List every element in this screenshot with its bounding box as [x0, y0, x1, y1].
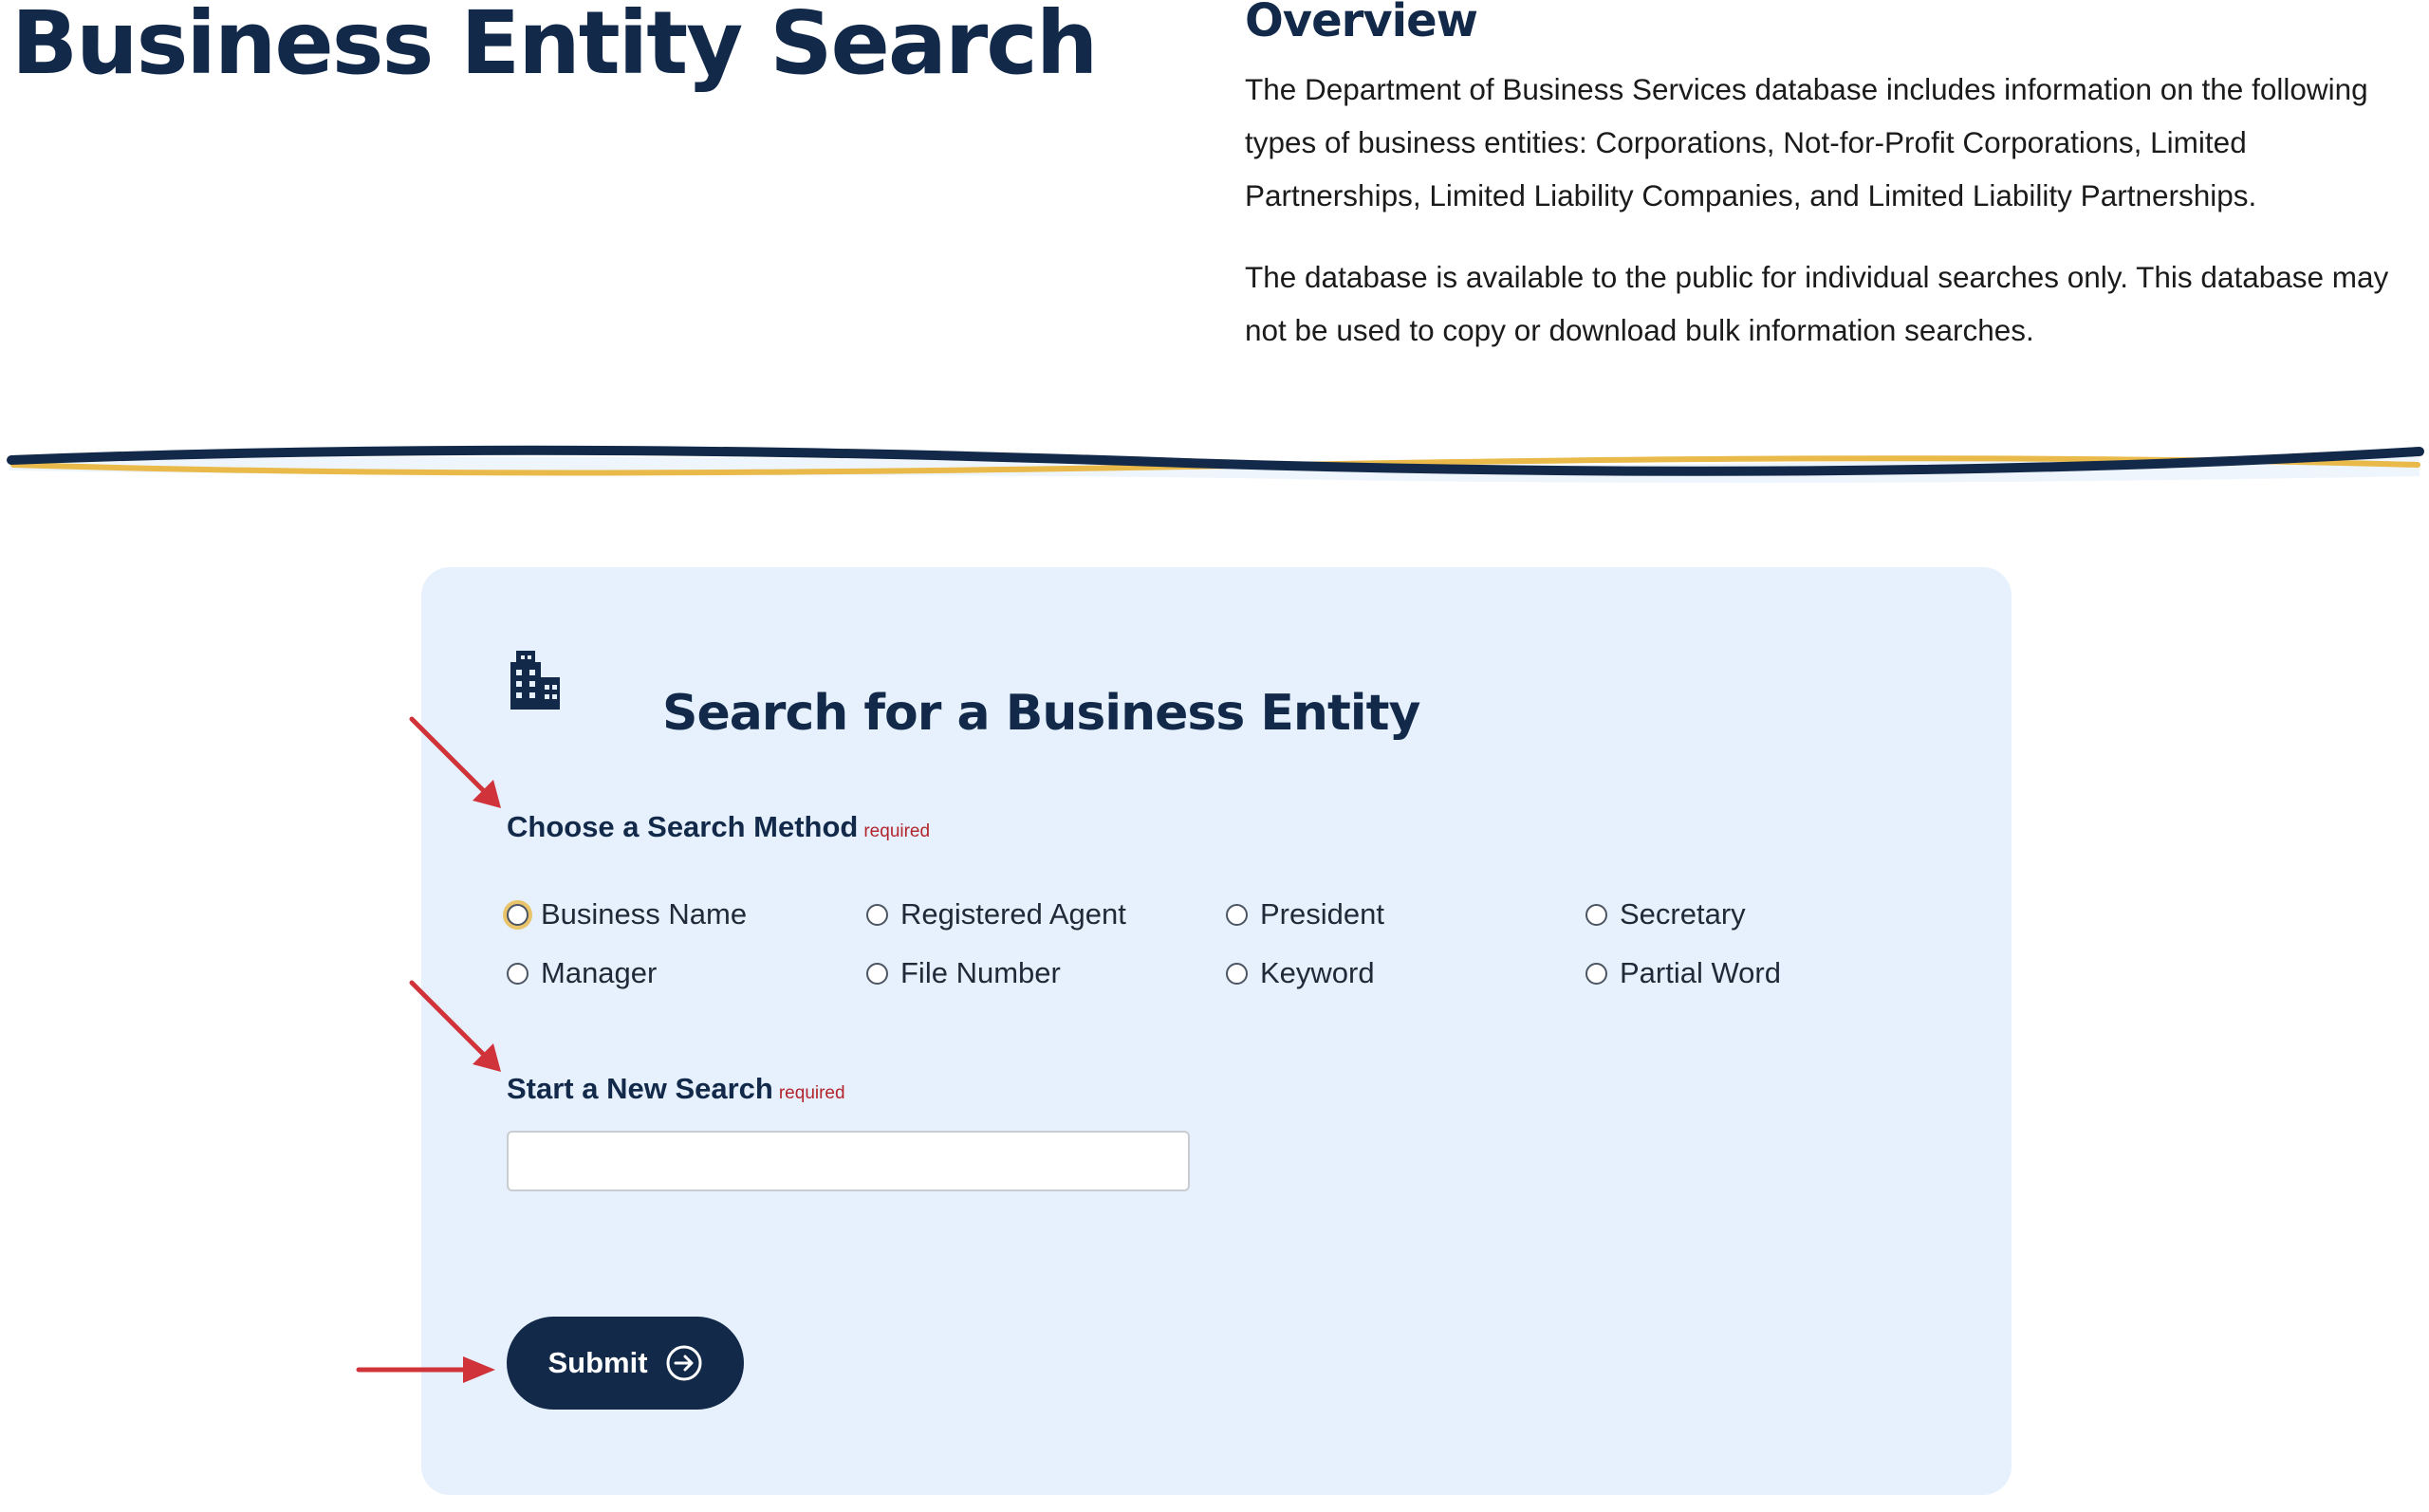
radio-manager[interactable]: Manager — [507, 944, 866, 1003]
new-search-label-text: Start a New Search — [507, 1072, 773, 1105]
radio-button[interactable] — [1585, 903, 1607, 926]
radio-label: Business Name — [541, 897, 748, 931]
radio-label: President — [1260, 897, 1384, 931]
arrow-circle-right-icon — [666, 1345, 702, 1381]
radio-button[interactable] — [866, 962, 888, 985]
radio-label: File Number — [900, 956, 1061, 989]
overview-paragraph-1: The Department of Business Services data… — [1245, 72, 2368, 212]
overview-section: Overview The Department of Business Serv… — [1245, 0, 2421, 385]
method-label-arrow — [409, 716, 501, 808]
radio-button[interactable] — [507, 903, 528, 926]
submit-arrow — [356, 1356, 495, 1383]
radio-file-number[interactable]: File Number — [866, 944, 1226, 1003]
search-method-options: Business Name Registered Agent President… — [507, 885, 1958, 1003]
search-method-required: required — [863, 821, 931, 841]
radio-partial-word[interactable]: Partial Word — [1585, 944, 1945, 1003]
radio-label: Manager — [541, 956, 658, 989]
radio-button[interactable] — [866, 903, 888, 926]
radio-president[interactable]: President — [1226, 885, 1585, 944]
building-icon — [510, 651, 560, 710]
search-method-label: Choose a Search Method required — [507, 810, 930, 844]
radio-keyword[interactable]: Keyword — [1226, 944, 1585, 1003]
radio-button[interactable] — [1226, 962, 1248, 985]
submit-label: Submit — [547, 1346, 648, 1379]
new-search-label: Start a New Search required — [507, 1072, 845, 1106]
search-method-label-text: Choose a Search Method — [507, 810, 859, 843]
card-title: Search for a Business Entity — [662, 685, 1420, 742]
radio-button[interactable] — [1585, 962, 1607, 985]
search-label-arrow — [409, 980, 501, 1072]
radio-label: Partial Word — [1620, 956, 1781, 989]
search-input[interactable] — [507, 1131, 1190, 1191]
radio-button[interactable] — [1226, 903, 1248, 926]
radio-registered-agent[interactable]: Registered Agent — [866, 885, 1226, 944]
radio-label: Registered Agent — [900, 897, 1126, 931]
search-card: Search for a Business Entity Choose a Se… — [421, 567, 2012, 1495]
radio-business-name[interactable]: Business Name — [507, 885, 866, 944]
submit-button[interactable]: Submit — [507, 1317, 744, 1410]
radio-secretary[interactable]: Secretary — [1585, 885, 1945, 944]
overview-paragraph-2: The database is available to the public … — [1245, 260, 2389, 347]
new-search-required: required — [778, 1083, 845, 1103]
radio-label: Secretary — [1620, 897, 1746, 931]
page-title: Business Entity Search — [11, 0, 1098, 94]
overview-heading: Overview — [1245, 0, 1478, 47]
radio-label: Keyword — [1260, 956, 1375, 989]
wave-divider — [7, 445, 2424, 484]
